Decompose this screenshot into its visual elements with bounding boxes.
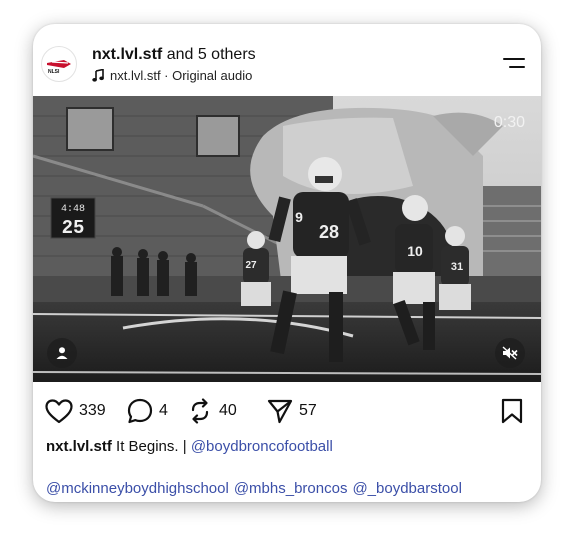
audio-label: nxt.lvl.stf · Original audio (110, 68, 253, 83)
comment-bubble-icon (127, 398, 153, 424)
send-paper-plane-icon (267, 399, 293, 424)
mention-link[interactable]: @mbhs_broncos (234, 480, 348, 497)
caption-text: It Begins. | (116, 438, 187, 455)
speaker-muted-icon[interactable] (495, 338, 525, 368)
caption-mention[interactable]: @boydbroncofootball (191, 438, 333, 455)
jersey-number: 10 (407, 243, 423, 259)
caption-username[interactable]: nxt.lvl.stf (46, 438, 112, 455)
mentions-line: @mckinneyboydhighschool @mbhs_broncos @_… (46, 480, 462, 497)
comment-count: 4 (159, 402, 168, 419)
heart-icon (45, 398, 73, 423)
scoreboard-value: 25 (62, 217, 85, 239)
post-card: NLSI nxt.lvl.stf and 5 others nxt.lvl.st… (33, 24, 541, 502)
author-username[interactable]: nxt.lvl.stf (92, 46, 162, 63)
repost-count: 40 (219, 402, 237, 419)
video-player[interactable]: 4:48 25 27 31 10 9 28 0:30 (33, 96, 541, 382)
share-button[interactable]: 57 (267, 396, 317, 426)
video-frame: 4:48 25 27 31 10 9 28 (33, 96, 541, 382)
jersey-number: 28 (319, 222, 339, 242)
post-header: NLSI nxt.lvl.stf and 5 others nxt.lvl.st… (33, 24, 541, 96)
person-tag-icon[interactable] (47, 338, 77, 368)
repost-button[interactable]: 40 (187, 396, 237, 426)
action-bar: 339 4 40 57 (45, 396, 535, 426)
scoreboard-time: 4:48 (61, 204, 85, 215)
post-title[interactable]: nxt.lvl.stf and 5 others (92, 46, 256, 64)
mention-link[interactable]: @mckinneyboydhighschool (46, 480, 229, 497)
jersey-number: 27 (245, 260, 257, 271)
collab-text[interactable]: and 5 others (167, 46, 256, 63)
music-note-icon (92, 69, 104, 82)
like-button[interactable]: 339 (45, 396, 106, 426)
brand-logo-icon: NLSI (47, 60, 71, 74)
bookmark-icon (501, 398, 523, 424)
like-count: 339 (79, 402, 106, 419)
comment-button[interactable]: 4 (127, 396, 168, 426)
jersey-number: 9 (295, 209, 303, 225)
share-count: 57 (299, 402, 317, 419)
post-caption: nxt.lvl.stf It Begins. | @boydbroncofoot… (46, 438, 333, 455)
audio-line[interactable]: nxt.lvl.stf · Original audio (92, 68, 252, 83)
jersey-number: 31 (451, 261, 463, 273)
repost-arrows-icon (191, 398, 209, 424)
menu-lines-icon[interactable] (501, 56, 527, 72)
mention-link[interactable]: @_boydbarstool (352, 480, 461, 497)
avatar[interactable]: NLSI (41, 46, 77, 82)
video-timer: 0:30 (493, 114, 525, 131)
svg-text:NLSI: NLSI (48, 69, 60, 74)
save-button[interactable] (501, 398, 523, 429)
